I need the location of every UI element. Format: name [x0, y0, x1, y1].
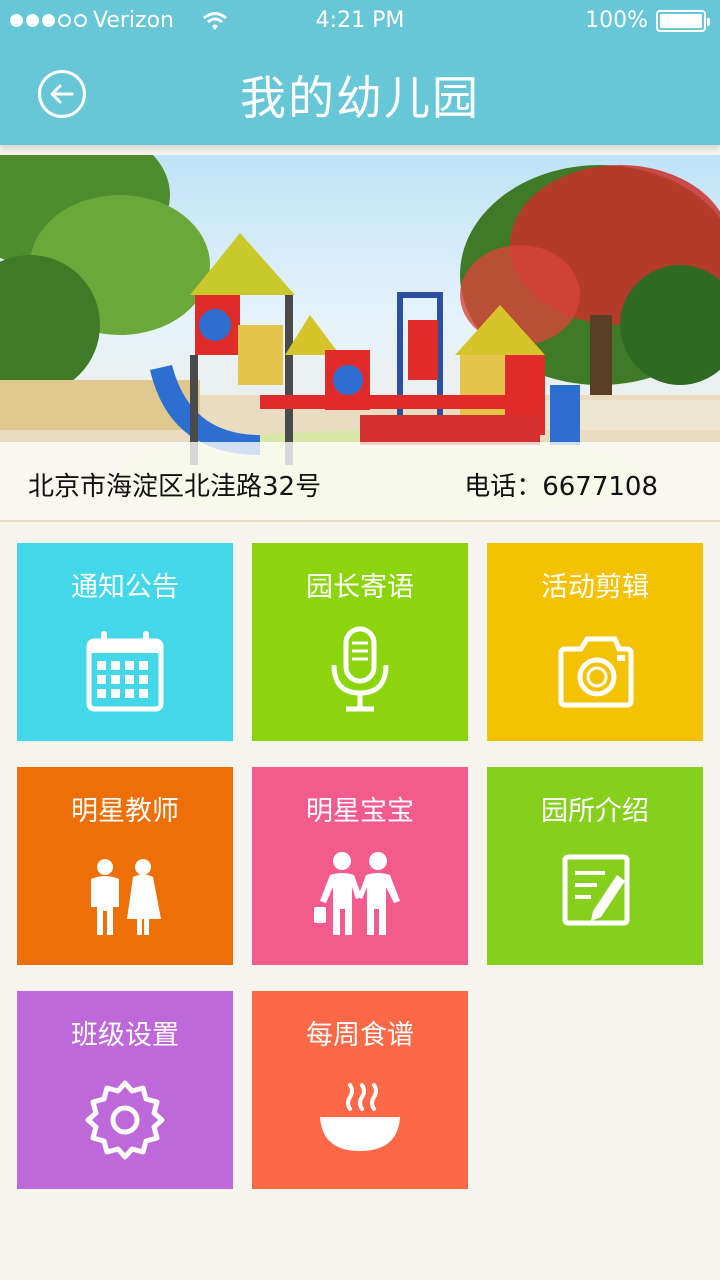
bowl-icon — [320, 1083, 400, 1151]
page-title: 我的幼儿园 — [240, 71, 480, 125]
calendar-icon — [86, 631, 164, 712]
tile-weekly-menu[interactable]: 每周食谱 — [252, 991, 468, 1189]
kids-icon — [314, 852, 400, 935]
microphone-icon — [331, 626, 389, 712]
battery-icon — [656, 9, 710, 32]
teachers-icon — [91, 859, 161, 935]
tile-star-teachers[interactable]: 明星教师 — [17, 767, 233, 965]
note-edit-icon — [562, 854, 630, 926]
tile-label: 班级设置 — [71, 1020, 179, 1051]
tile-label: 明星教师 — [71, 796, 179, 827]
tile-notices[interactable]: 通知公告 — [17, 543, 233, 741]
tile-school-intro[interactable]: 园所介绍 — [487, 767, 703, 965]
phone-text[interactable]: 电话：6677108 — [464, 466, 658, 503]
tile-class-settings[interactable]: 班级设置 — [17, 991, 233, 1189]
tile-label: 每周食谱 — [306, 1020, 414, 1051]
tile-label: 通知公告 — [71, 572, 179, 603]
battery-label: 100% — [585, 8, 648, 33]
top-bar: Verizon 4:21 PM 100% 我的幼儿园 — [0, 0, 720, 145]
tile-director-message[interactable]: 园长寄语 — [252, 543, 468, 741]
tile-label: 园所介绍 — [541, 796, 649, 827]
tile-label: 活动剪辑 — [541, 572, 649, 603]
kindergarten-banner: 北京市海淀区北洼路32号 电话：6677108 — [0, 155, 720, 522]
gear-icon — [85, 1080, 165, 1160]
status-bar: Verizon 4:21 PM 100% — [0, 0, 720, 42]
tile-star-kids[interactable]: 明星宝宝 — [252, 767, 468, 965]
address-text: 北京市海淀区北洼路32号 — [28, 472, 322, 502]
banner-info-bar: 北京市海淀区北洼路32号 电话：6677108 — [0, 442, 720, 520]
tile-label: 明星宝宝 — [306, 796, 414, 827]
tile-activity-clips[interactable]: 活动剪辑 — [487, 543, 703, 741]
tile-label: 园长寄语 — [306, 572, 414, 603]
camera-icon — [558, 636, 634, 708]
